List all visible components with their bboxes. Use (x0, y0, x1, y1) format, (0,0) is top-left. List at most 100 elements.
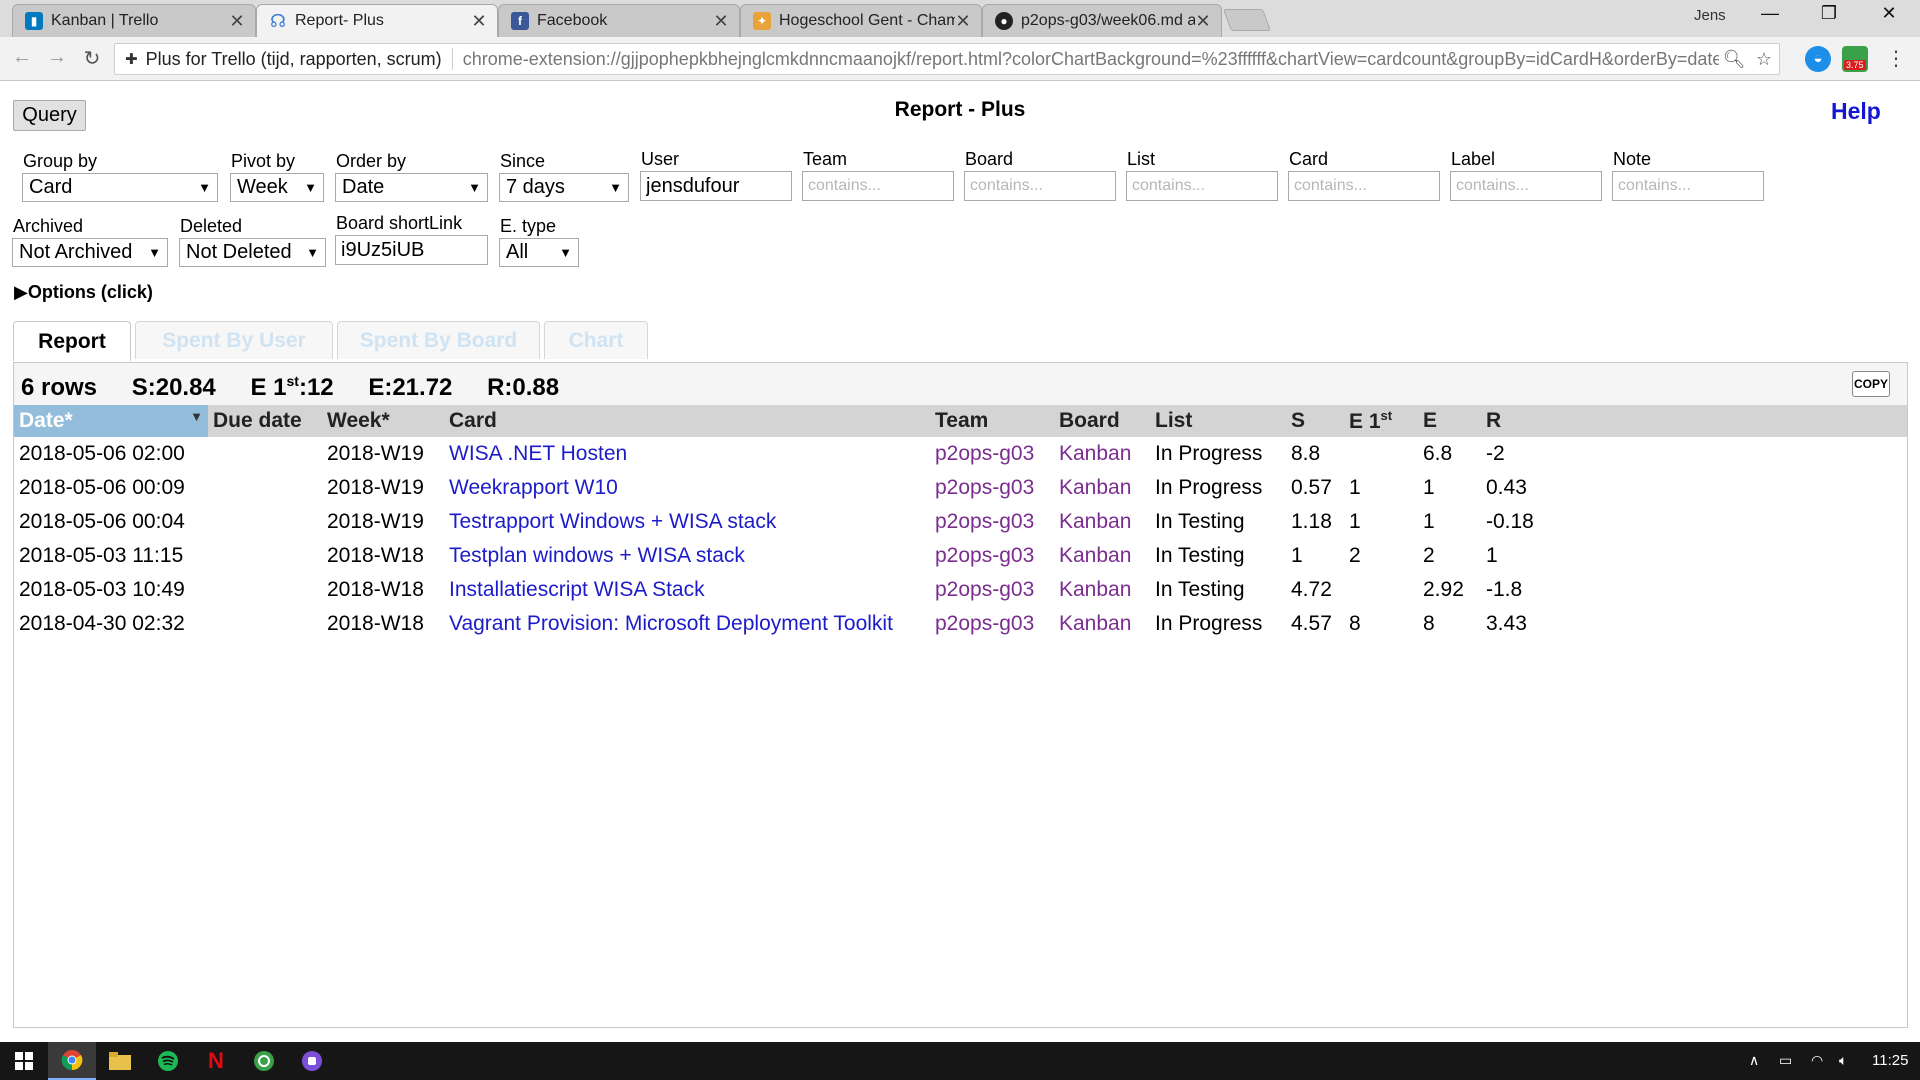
back-icon[interactable]: ← (9, 46, 35, 69)
browser-tab-trello[interactable]: ▮ Kanban | Trello ✕ (12, 4, 256, 37)
list-input[interactable] (1126, 171, 1278, 201)
deleted-select[interactable]: Not Deleted ▼ (179, 238, 326, 267)
card-link[interactable]: Weekrapport W10 (449, 476, 618, 499)
column-header-board[interactable]: Board (1054, 405, 1150, 437)
label-input[interactable] (1450, 171, 1602, 201)
site-name: Plus for Trello (tijd, rapporten, scrum) (145, 48, 442, 69)
since-select[interactable]: 7 days ▼ (499, 173, 629, 202)
card-link[interactable]: WISA .NET Hosten (449, 442, 627, 465)
pivot-by-select[interactable]: Week ▼ (230, 173, 324, 202)
column-header-e[interactable]: E (1418, 405, 1481, 437)
e-type-select[interactable]: All ▼ (499, 238, 579, 267)
cell-e1: 8 (1349, 612, 1361, 635)
team-link[interactable]: p2ops-g03 (935, 612, 1034, 635)
messenger-extension-icon[interactable]: ◒ (1805, 46, 1831, 72)
column-header-s[interactable]: S (1286, 405, 1344, 437)
windows-start-icon[interactable] (0, 1042, 48, 1080)
cell-e1: 1 (1349, 510, 1361, 533)
spotify-icon[interactable] (144, 1042, 192, 1080)
media-app-icon[interactable] (288, 1042, 336, 1080)
tab-chart[interactable]: Chart (544, 321, 648, 359)
volume-icon[interactable]: 🔈︎ (1839, 1052, 1847, 1069)
tab-spent-by-user[interactable]: Spent By User (135, 321, 333, 359)
column-header-date[interactable]: Date* ▼ (14, 405, 208, 437)
address-bar[interactable]: ✚ Plus for Trello (tijd, rapporten, scru… (114, 43, 1780, 75)
zoom-icon[interactable]: 🔍︎ (1719, 49, 1749, 70)
column-header-due-date[interactable]: Due date (208, 405, 322, 437)
cell-due (208, 573, 322, 607)
close-icon[interactable]: ✕ (471, 11, 487, 32)
chrome-icon[interactable] (48, 1042, 96, 1080)
card-link[interactable]: Vagrant Provision: Microsoft Deployment … (449, 612, 893, 635)
column-header-team[interactable]: Team (930, 405, 1054, 437)
clock[interactable]: 11:25 (1872, 1052, 1908, 1069)
chrome-menu-icon[interactable]: ⋮ (1883, 46, 1909, 71)
group-by-select[interactable]: Card ▼ (22, 173, 218, 202)
order-by-select[interactable]: Date ▼ (335, 173, 488, 202)
column-header-week[interactable]: Week* (322, 405, 444, 437)
board-link[interactable]: Kanban (1059, 612, 1131, 635)
card-link[interactable]: Testplan windows + WISA stack (449, 544, 745, 567)
tab-report[interactable]: Report (13, 321, 131, 361)
restore-icon[interactable]: ❐ (1809, 3, 1849, 24)
board-link[interactable]: Kanban (1059, 578, 1131, 601)
column-header-r[interactable]: R (1481, 405, 1907, 437)
card-input[interactable] (1288, 171, 1440, 201)
minimize-icon[interactable]: — (1750, 3, 1790, 24)
plus-extension-icon[interactable]: 3.75 (1842, 46, 1868, 72)
board-link[interactable]: Kanban (1059, 442, 1131, 465)
close-icon[interactable]: ✕ (1195, 11, 1211, 32)
team-link[interactable]: p2ops-g03 (935, 510, 1034, 533)
bookmark-star-icon[interactable]: ☆ (1749, 49, 1779, 70)
cell-list: In Progress (1155, 612, 1263, 635)
board-shortlink-input[interactable] (335, 235, 488, 265)
board-input[interactable] (964, 171, 1116, 201)
team-link[interactable]: p2ops-g03 (935, 476, 1034, 499)
copy-button[interactable]: COPY (1852, 371, 1890, 397)
browser-toolbar: ← → ↻ ✚ Plus for Trello (tijd, rapporten… (0, 37, 1920, 81)
plus-extension-icon[interactable] (240, 1042, 288, 1080)
help-link[interactable]: Help (1831, 98, 1881, 125)
card-link[interactable]: Testrapport Windows + WISA stack (449, 510, 776, 533)
user-input[interactable] (640, 171, 792, 201)
battery-icon[interactable]: ▭ (1779, 1052, 1792, 1069)
team-input[interactable] (802, 171, 954, 201)
close-icon[interactable]: ✕ (229, 11, 245, 32)
column-header-list[interactable]: List (1150, 405, 1286, 437)
column-header-e-first[interactable]: E 1st (1344, 405, 1418, 437)
browser-tab-facebook[interactable]: f Facebook ✕ (498, 4, 740, 37)
team-link[interactable]: p2ops-g03 (935, 578, 1034, 601)
cell-week: 2018-W18 (327, 544, 424, 567)
archived-select[interactable]: Not Archived ▼ (12, 238, 168, 267)
note-input[interactable] (1612, 171, 1764, 201)
file-explorer-icon[interactable] (96, 1042, 144, 1080)
team-link[interactable]: p2ops-g03 (935, 544, 1034, 567)
netflix-icon[interactable]: N (192, 1042, 240, 1080)
group-by-value: Card (29, 176, 73, 198)
reload-icon[interactable]: ↻ (79, 46, 105, 71)
column-header-card[interactable]: Card (444, 405, 930, 437)
board-link[interactable]: Kanban (1059, 476, 1131, 499)
browser-tab-report-plus[interactable]: ☊ Report- Plus ✕ (256, 4, 498, 37)
board-link[interactable]: Kanban (1059, 544, 1131, 567)
chevron-up-icon[interactable]: ∧ (1749, 1052, 1759, 1069)
options-toggle[interactable]: ▶Options (click) (14, 282, 153, 303)
wifi-icon[interactable]: ◠ (1811, 1052, 1823, 1069)
close-icon[interactable]: ✕ (713, 11, 729, 32)
board-link[interactable]: Kanban (1059, 510, 1131, 533)
cell-e1 (1344, 437, 1418, 471)
close-icon[interactable]: ✕ (955, 11, 971, 32)
browser-tab-chamilo[interactable]: ✦ Hogeschool Gent - Chamilo ✕ (740, 4, 982, 37)
url-text[interactable]: chrome-extension://gjjpophepkbhejnglcmkd… (463, 49, 1719, 70)
profile-name[interactable]: Jens (1694, 7, 1726, 24)
cell-e1 (1344, 573, 1418, 607)
close-window-icon[interactable]: ✕ (1869, 3, 1909, 24)
team-link[interactable]: p2ops-g03 (935, 442, 1034, 465)
tab-spent-by-board[interactable]: Spent By Board (337, 321, 540, 359)
browser-tab-github[interactable]: ● p2ops-g03/week06.md at ✕ (982, 4, 1222, 37)
cell-week: 2018-W19 (327, 476, 424, 499)
card-link[interactable]: Installatiescript WISA Stack (449, 578, 705, 601)
cell-e: 1 (1423, 510, 1435, 533)
new-tab-button[interactable] (1222, 9, 1272, 31)
forward-icon[interactable]: → (44, 46, 70, 69)
